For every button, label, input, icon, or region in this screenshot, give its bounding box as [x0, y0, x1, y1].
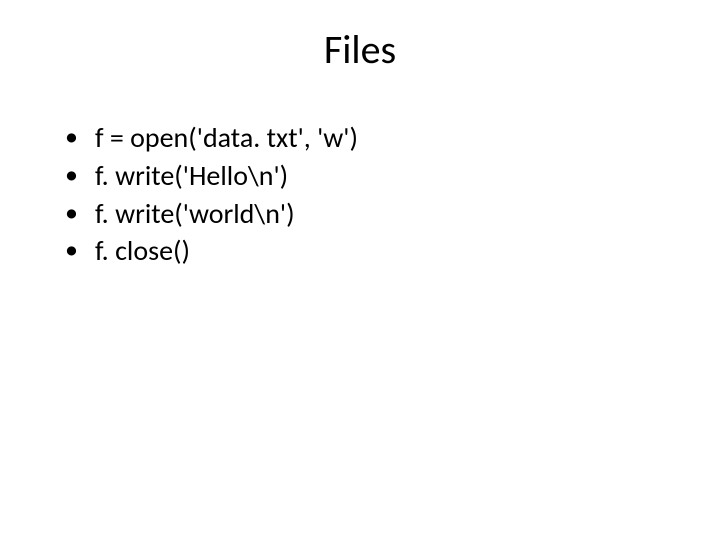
list-item: f. write('Hello\n') [65, 157, 670, 195]
bullet-list: f = open('data. txt', 'w') f. write('Hel… [50, 119, 670, 270]
list-item: f = open('data. txt', 'w') [65, 119, 670, 157]
slide: Files f = open('data. txt', 'w') f. writ… [0, 0, 720, 540]
page-title: Files [50, 25, 670, 74]
list-item: f. write('world\n') [65, 195, 670, 233]
list-item: f. close() [65, 232, 670, 270]
